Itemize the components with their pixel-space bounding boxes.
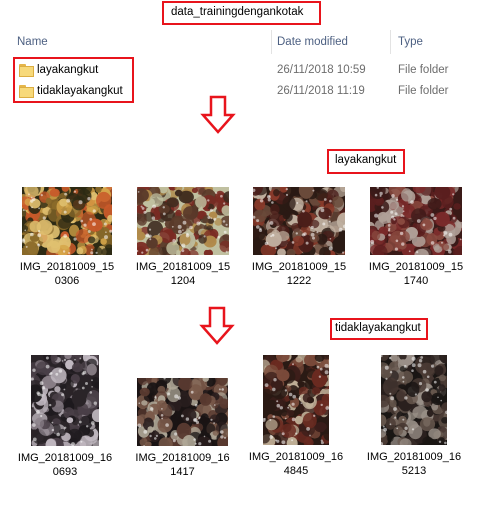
image-filename[interactable]: IMG_20181009_15 1204 (135, 261, 231, 288)
image-thumbnail[interactable] (22, 187, 112, 255)
section-label-tidaklayakangkut: tidaklayakangkut (335, 322, 421, 334)
filename-line: IMG_20181009_15 (368, 261, 464, 273)
folder-date: 26/11/2018 10:59 (277, 64, 366, 76)
image-thumbnail[interactable] (263, 355, 329, 445)
image-thumbnail[interactable] (370, 187, 462, 255)
column-divider[interactable] (271, 30, 272, 54)
filename-line: 5213 (401, 464, 427, 477)
filename-line: IMG_20181009_15 (135, 261, 231, 273)
image-thumbnail[interactable] (381, 355, 447, 445)
filename-line: 0306 (54, 274, 80, 287)
down-arrow-icon (199, 306, 235, 345)
folder-name: tidaklayakangkut (37, 85, 123, 97)
image-thumbnail[interactable] (137, 378, 228, 446)
image-filename[interactable]: IMG_20181009_15 1740 (368, 261, 464, 288)
image-filename[interactable]: IMG_20181009_16 4845 (248, 451, 344, 478)
filename-line: IMG_20181009_16 (248, 451, 344, 463)
image-filename[interactable]: IMG_20181009_16 5213 (366, 451, 462, 478)
image-filename[interactable]: IMG_20181009_16 1417 (135, 452, 231, 479)
image-filename[interactable]: IMG_20181009_15 0306 (19, 261, 115, 288)
filename-line: 0693 (52, 465, 78, 478)
filename-line: 1417 (170, 465, 195, 478)
folder-icon (19, 85, 34, 98)
image-thumbnail[interactable] (253, 187, 345, 255)
filename-line: IMG_20181009_16 (366, 451, 462, 463)
filename-line: 1204 (170, 274, 196, 287)
folder-name: layakangkut (37, 64, 99, 76)
column-header-name[interactable]: Name (17, 36, 48, 48)
folder-date: 26/11/2018 11:19 (277, 85, 365, 97)
folder-icon (19, 64, 34, 77)
section-label-layakangkut: layakangkut (335, 154, 397, 166)
image-thumbnail[interactable] (137, 187, 229, 255)
down-arrow-icon (200, 95, 236, 134)
page-title: data_trainingdengankotak (171, 6, 304, 18)
filename-line: 1222 (286, 274, 312, 287)
filename-line: IMG_20181009_16 (135, 452, 230, 464)
image-filename[interactable]: IMG_20181009_15 1222 (251, 261, 347, 288)
image-filename[interactable]: IMG_20181009_16 0693 (17, 452, 113, 479)
filename-line: 4845 (283, 464, 309, 477)
column-header-date-modified[interactable]: Date modified (277, 36, 348, 48)
column-header-type[interactable]: Type (398, 36, 423, 48)
image-thumbnail[interactable] (31, 355, 99, 446)
folder-type: File folder (398, 85, 449, 97)
filename-line: IMG_20181009_16 (17, 452, 113, 464)
filename-line: 1740 (403, 274, 429, 287)
filename-line: IMG_20181009_15 (19, 261, 115, 273)
folder-type: File folder (398, 64, 449, 76)
filename-line: IMG_20181009_15 (251, 261, 347, 273)
column-divider[interactable] (390, 30, 391, 54)
